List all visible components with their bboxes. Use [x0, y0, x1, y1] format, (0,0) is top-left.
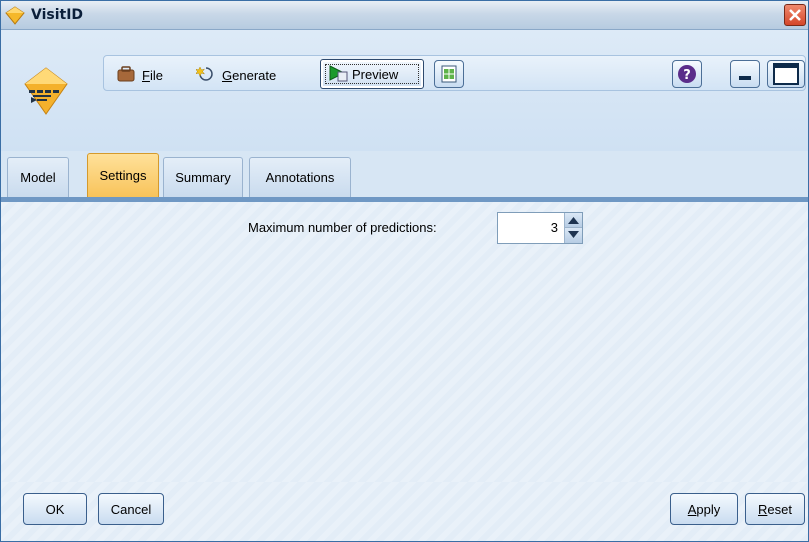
toolbar-area: File Generate Preview ?	[1, 30, 808, 151]
tab-settings[interactable]: Settings	[87, 153, 159, 197]
max-predictions-spinner[interactable]: 3	[497, 212, 583, 244]
preview-icon	[328, 64, 348, 85]
file-label: File	[142, 67, 163, 83]
tab-label: Summary	[175, 170, 231, 185]
preview-label: Preview	[352, 66, 399, 82]
spinner-down-button[interactable]	[565, 228, 582, 243]
reset-button[interactable]: Reset	[745, 493, 805, 525]
max-predictions-value[interactable]: 3	[551, 220, 558, 235]
tab-label: Model	[20, 170, 56, 185]
cancel-button[interactable]: Cancel	[98, 493, 164, 525]
apply-label: Apply	[687, 501, 721, 517]
cancel-label: Cancel	[110, 501, 152, 517]
title-bar[interactable]: VisitID	[1, 1, 808, 30]
file-menu[interactable]: File	[116, 64, 163, 86]
dialog-window: VisitID File Generate Preview ? Model Se…	[0, 0, 809, 542]
file-icon	[116, 65, 136, 86]
button-bar: OK Cancel Apply Reset	[1, 482, 808, 541]
model-node-icon	[23, 66, 69, 130]
preview-button[interactable]: Preview	[320, 59, 424, 89]
svg-text:?: ?	[683, 68, 691, 83]
export-icon	[435, 65, 463, 90]
arrow-down-icon	[565, 230, 582, 245]
apply-button[interactable]: Apply	[670, 493, 738, 525]
tab-annotations[interactable]: Annotations	[249, 157, 351, 197]
tab-label: Settings	[99, 168, 147, 183]
generate-label: Generate	[222, 67, 277, 83]
spinner-up-button[interactable]	[565, 213, 582, 228]
settings-panel: Maximum number of predictions: 3	[1, 202, 808, 482]
generate-menu[interactable]: Generate	[194, 64, 277, 86]
ok-label: OK	[45, 501, 65, 517]
maximize-icon	[768, 63, 804, 90]
tab-summary[interactable]: Summary	[163, 157, 243, 197]
minimize-icon	[731, 75, 759, 90]
tab-label: Annotations	[265, 170, 335, 185]
help-icon: ?	[673, 65, 701, 90]
close-button[interactable]	[784, 4, 806, 26]
export-button[interactable]	[434, 60, 464, 88]
minimize-button[interactable]	[730, 60, 760, 88]
toolbar: File Generate Preview ?	[103, 55, 806, 91]
window-title: VisitID	[31, 7, 84, 23]
model-nugget-icon	[5, 5, 25, 25]
ok-button[interactable]: OK	[23, 493, 87, 525]
reset-label: Reset	[758, 501, 792, 517]
spinner-arrows	[564, 213, 582, 243]
max-predictions-label: Maximum number of predictions:	[248, 220, 437, 235]
tab-model[interactable]: Model	[7, 157, 69, 197]
generate-icon	[194, 65, 216, 86]
maximize-button[interactable]	[767, 60, 805, 88]
help-button[interactable]: ?	[672, 60, 702, 88]
